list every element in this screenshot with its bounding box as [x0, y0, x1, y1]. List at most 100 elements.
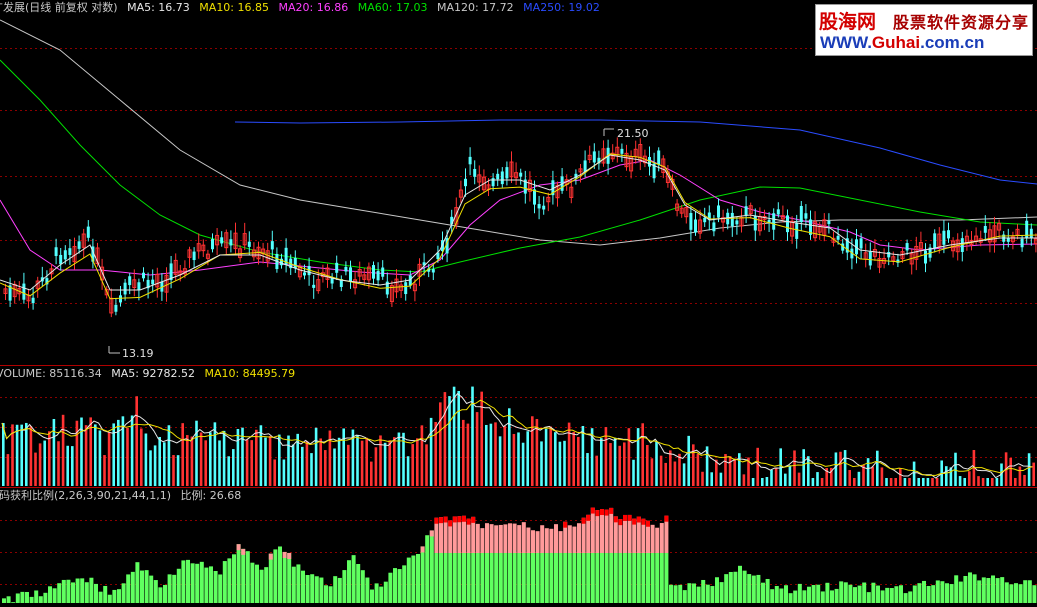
chip-bar-green	[388, 572, 393, 603]
candle-body	[942, 230, 946, 245]
volume-bar	[945, 466, 948, 486]
chip-bar-peak	[439, 517, 443, 524]
chip-bar-profit	[595, 510, 600, 553]
volume-bar	[1014, 478, 1017, 486]
volume-bar	[682, 463, 686, 486]
stock-chart[interactable]: 21.50 13.19	[0, 0, 1037, 607]
candle-body	[270, 241, 274, 250]
candle-body	[119, 295, 122, 303]
volume-ma5: MA5: 92782.52	[111, 367, 195, 380]
chip-bar-green	[48, 586, 52, 603]
volume-bar	[632, 459, 635, 486]
volume-bar	[558, 441, 562, 486]
candlesticks	[3, 137, 1037, 318]
candle-body	[772, 213, 776, 230]
candle-body	[86, 226, 90, 238]
volume-bar	[245, 439, 249, 486]
candle-body	[620, 148, 624, 154]
candle-body	[505, 167, 509, 179]
chip-bar-green	[273, 549, 278, 603]
chip-bar-green	[397, 569, 402, 603]
chip-bar-green	[807, 586, 811, 603]
chip-bar-green	[655, 553, 660, 603]
volume-bar	[572, 432, 575, 486]
chip-bar-green	[241, 548, 246, 603]
chip-bar-green	[866, 592, 871, 603]
volume-bar	[84, 425, 88, 486]
chip-bar-green	[968, 572, 972, 603]
volume-bar	[857, 471, 861, 486]
volume-bar	[641, 423, 644, 486]
volume-bar	[664, 462, 667, 486]
candle-body	[500, 171, 504, 185]
volume-bar	[324, 450, 327, 486]
candle-body	[335, 262, 339, 273]
volume-bar	[793, 450, 796, 486]
chip-bar-green	[1000, 577, 1005, 603]
chip-bar-green	[130, 571, 135, 603]
chip-bar-green	[29, 596, 34, 603]
chip-bar-green	[981, 577, 986, 603]
chip-bar-green	[632, 553, 637, 603]
chip-bar-green	[742, 570, 747, 603]
chip-bar-green	[770, 589, 775, 603]
chip-bar-green	[581, 553, 586, 603]
chip-bar-green	[222, 561, 227, 603]
ma60-legend: MA60: 17.03	[357, 1, 428, 14]
chip-bar-green	[121, 583, 126, 603]
chip-bar-green	[360, 570, 365, 603]
chip-bar-green	[52, 588, 57, 603]
volume-bar	[646, 445, 649, 486]
volume-bar	[995, 478, 999, 486]
chip-bar-green	[692, 583, 696, 603]
volume-bar	[618, 445, 621, 486]
chip-bar-green	[540, 553, 545, 603]
high-price-marker: 21.50	[617, 127, 649, 140]
volume-bar	[595, 455, 598, 486]
chip-bar-green	[535, 553, 540, 603]
candle-body	[717, 205, 720, 218]
chip-bar-green	[324, 585, 328, 603]
candle-body	[947, 230, 950, 239]
volume-bar	[328, 430, 332, 486]
volume-bar	[420, 425, 424, 486]
volume-bar	[38, 443, 42, 486]
chip-bar-green	[926, 586, 931, 603]
volume-bar	[388, 440, 391, 486]
volume-bar	[1009, 457, 1012, 486]
chip-bar-peak	[609, 507, 614, 514]
chip-bar-green	[954, 575, 959, 603]
chip-bar-green	[678, 584, 683, 603]
volume-bar	[756, 447, 759, 486]
chip-bar-profit	[512, 523, 517, 553]
chip-bar-profit	[577, 523, 581, 553]
volume-bar	[379, 435, 382, 486]
volume-bar	[48, 431, 51, 486]
chip-bar-green	[6, 596, 11, 603]
chip-bar-green	[103, 585, 108, 603]
chip-bar-green	[747, 574, 752, 603]
candle-body	[859, 238, 863, 249]
chip-bar-green	[977, 580, 982, 603]
chip-bar-profit	[572, 526, 577, 553]
volume-bar	[627, 428, 631, 486]
chip-bar-green	[462, 553, 466, 603]
volume-bar	[310, 453, 313, 486]
chip-bar-profit	[480, 528, 485, 553]
volume-bar	[2, 422, 5, 486]
chip-bar-profit	[535, 531, 540, 553]
chart-title: 广发展(日线 前复权 对数)	[0, 1, 118, 14]
chip-bar-green	[204, 567, 209, 603]
volume-bar	[337, 437, 341, 486]
chip-bar-profit	[241, 548, 246, 555]
chip-bar-green	[466, 553, 471, 603]
chip-bar-green	[452, 553, 457, 603]
chip-bar-green	[820, 591, 825, 603]
chip-ratio-value: 比例: 26.68	[180, 489, 242, 502]
candle-body	[689, 212, 693, 230]
volume-bar	[839, 451, 842, 486]
candle-body	[795, 222, 799, 239]
volume-bar	[374, 447, 378, 486]
chip-bar-profit	[508, 523, 512, 553]
chip-bar-profit	[485, 523, 489, 553]
